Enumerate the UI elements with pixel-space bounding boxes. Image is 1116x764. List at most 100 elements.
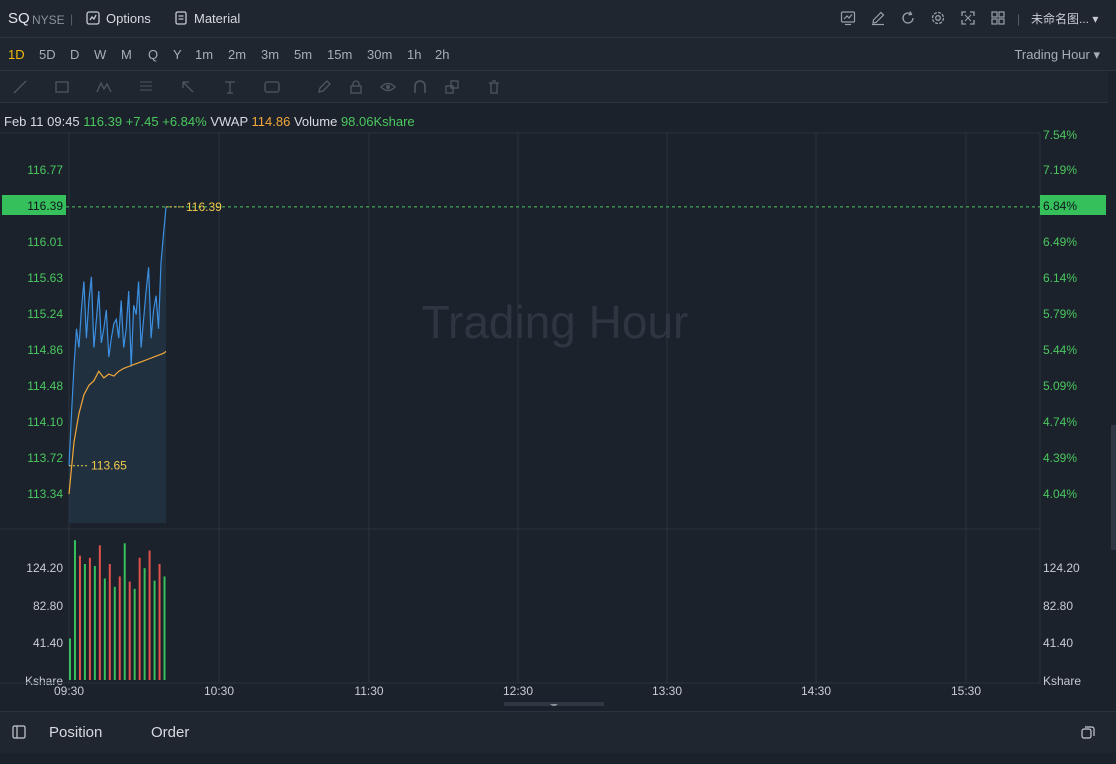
quote-date: Feb 11 09:45 xyxy=(4,114,80,129)
price-axis-label: 116.77 xyxy=(27,163,63,177)
rectangle-icon[interactable] xyxy=(54,79,70,95)
copy-window-icon[interactable] xyxy=(1080,725,1096,741)
exchange-label: NYSE xyxy=(32,13,65,27)
material-icon[interactable] xyxy=(174,11,188,25)
text-tool-icon[interactable] xyxy=(222,79,238,95)
time-axis-label: 15:30 xyxy=(951,684,981,698)
eye-icon[interactable] xyxy=(380,79,396,95)
pct-axis-label: 4.04% xyxy=(1043,487,1077,501)
volume-bar xyxy=(113,586,116,680)
pct-axis-label: 4.39% xyxy=(1043,451,1077,465)
volume-axis-label: 41.40 xyxy=(1043,636,1073,650)
period-q[interactable]: Q xyxy=(148,38,158,71)
volume-axis-label: 82.80 xyxy=(33,599,63,613)
price-area xyxy=(69,206,166,523)
volume-bar xyxy=(128,581,131,680)
note-icon[interactable] xyxy=(264,79,280,95)
bottom-panel: Position Order xyxy=(0,711,1116,753)
period-m[interactable]: M xyxy=(121,38,132,71)
grid-layout-icon[interactable] xyxy=(990,10,1006,26)
refresh-icon[interactable] xyxy=(900,10,916,26)
low-label: 113.65 xyxy=(91,459,127,473)
quote-change: +7.45 xyxy=(125,114,159,129)
price-axis-label: 113.34 xyxy=(27,487,63,501)
period-30m[interactable]: 30m xyxy=(367,38,392,71)
trash-icon[interactable] xyxy=(486,79,502,95)
symbol-label[interactable]: SQ xyxy=(8,0,30,38)
period-d[interactable]: D xyxy=(70,38,79,71)
lock-icon[interactable] xyxy=(348,79,364,95)
period-2m[interactable]: 2m xyxy=(228,38,246,71)
period-bar: 1D 5D D W M Q Y 1m 2m 3m 5m 15m 30m 1h 2… xyxy=(0,38,1116,71)
price-axis-label: 114.86 xyxy=(27,343,63,357)
layout-name-dropdown[interactable]: 未命名图... ▾ xyxy=(1031,0,1098,38)
period-3m[interactable]: 3m xyxy=(261,38,279,71)
trend-line-icon[interactable] xyxy=(12,79,28,95)
volume-bar xyxy=(148,550,151,680)
period-5m[interactable]: 5m xyxy=(294,38,312,71)
period-y[interactable]: Y xyxy=(173,38,182,71)
time-axis-label: 11:30 xyxy=(354,684,383,698)
pct-axis-label: 5.79% xyxy=(1043,307,1077,321)
pct-axis-label: 6.49% xyxy=(1043,235,1077,249)
volume-bar xyxy=(138,557,141,680)
trading-hour-dropdown[interactable]: Trading Hour ▾ xyxy=(1014,38,1100,71)
volume-axis-label: 124.20 xyxy=(26,561,63,575)
draw-edit-icon[interactable] xyxy=(870,10,886,26)
volume-bar xyxy=(78,555,81,680)
footer-strip xyxy=(0,753,1116,764)
pen-icon[interactable] xyxy=(316,79,332,95)
vwap-label: VWAP xyxy=(210,114,248,129)
volume-axis-label: 82.80 xyxy=(1043,599,1073,613)
volume-bar xyxy=(83,564,86,680)
settings-gear-icon[interactable] xyxy=(930,10,946,26)
indicator-icon[interactable] xyxy=(840,10,856,26)
volume-bar xyxy=(73,540,76,680)
pattern-icon[interactable] xyxy=(96,79,112,95)
chart-canvas[interactable]: Trading Hour 116.39 113.65 116.77 116.01… xyxy=(0,103,1108,708)
tab-position[interactable]: Position xyxy=(49,712,102,754)
volume-unit-label: Kshare xyxy=(1043,674,1081,688)
volume-bar xyxy=(133,588,136,680)
current-price-tag-text: 116.39 xyxy=(27,199,63,213)
volume-bar xyxy=(93,566,96,680)
period-1d[interactable]: 1D xyxy=(8,38,25,71)
volume-axis-label: 41.40 xyxy=(33,636,63,650)
period-5d[interactable]: 5D xyxy=(39,38,56,71)
right-scroll-track[interactable] xyxy=(1108,103,1116,706)
separator: | xyxy=(1017,12,1021,26)
vwap-value: 114.86 xyxy=(251,114,291,129)
chart-area[interactable]: Trading Hour 116.39 113.65 116.77 116.01… xyxy=(0,103,1108,708)
current-pct-tag-text: 6.84% xyxy=(1043,199,1077,213)
options-icon[interactable] xyxy=(86,11,100,25)
material-button[interactable]: Material xyxy=(194,0,240,38)
pct-axis-label: 7.54% xyxy=(1043,128,1077,142)
volume-bar xyxy=(118,576,121,680)
period-1m[interactable]: 1m xyxy=(195,38,213,71)
options-button[interactable]: Options xyxy=(106,0,151,38)
volume-bar xyxy=(88,557,91,680)
fullscreen-icon[interactable] xyxy=(960,10,976,26)
link-icon[interactable] xyxy=(444,79,460,95)
panel-toggle-icon[interactable] xyxy=(12,725,26,739)
high-label: 116.39 xyxy=(186,200,222,214)
volume-bar xyxy=(103,578,106,680)
tab-order[interactable]: Order xyxy=(151,712,189,754)
magnet-icon[interactable] xyxy=(412,79,428,95)
pct-axis-label: 5.44% xyxy=(1043,343,1077,357)
right-scroll-thumb[interactable] xyxy=(1111,425,1116,550)
pct-axis-label: 5.09% xyxy=(1043,379,1077,393)
time-axis-label: 12:30 xyxy=(503,684,533,698)
volume-bar xyxy=(158,564,161,680)
period-2h[interactable]: 2h xyxy=(435,38,449,71)
drawing-toolbar xyxy=(0,71,1108,103)
quote-info-line: Feb 11 09:45 116.39 +7.45 +6.84% VWAP 11… xyxy=(4,114,415,129)
price-axis-label: 115.63 xyxy=(27,271,63,285)
arrow-icon[interactable] xyxy=(180,79,196,95)
period-15m[interactable]: 15m xyxy=(327,38,352,71)
price-axis-label: 114.48 xyxy=(27,379,63,393)
volume-bar xyxy=(163,576,166,680)
fib-icon[interactable] xyxy=(138,79,154,95)
period-w[interactable]: W xyxy=(94,38,106,71)
period-1h[interactable]: 1h xyxy=(407,38,421,71)
